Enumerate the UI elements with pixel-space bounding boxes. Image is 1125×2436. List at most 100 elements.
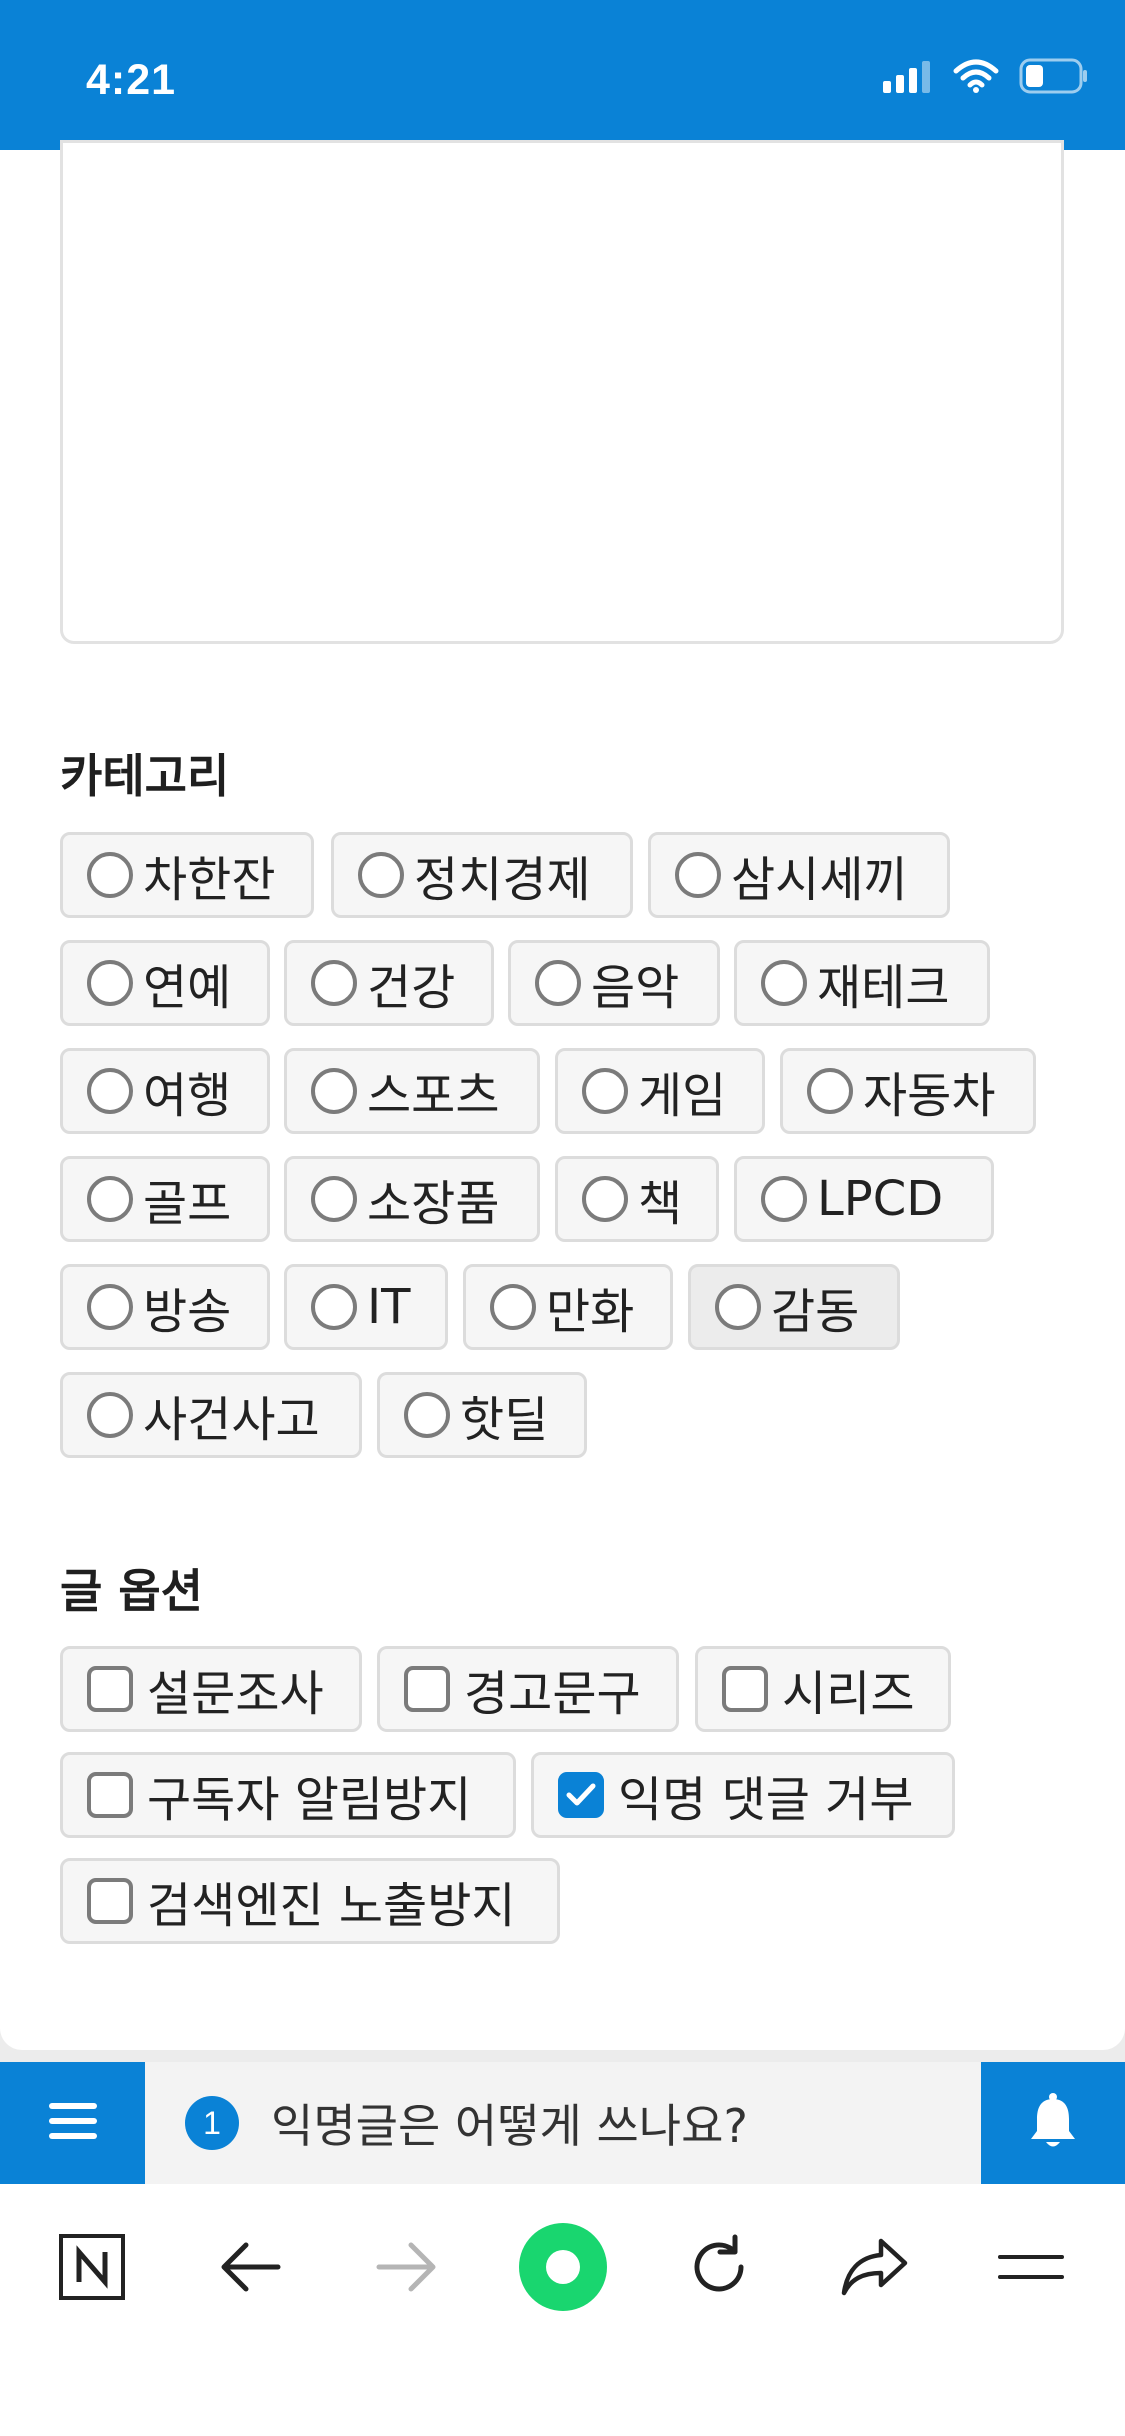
category-chip[interactable]: LPCD — [734, 1156, 994, 1242]
menu-button[interactable] — [0, 2062, 145, 2184]
chip-label: 검색엔진 노출방지 — [147, 1878, 516, 1934]
option-chip[interactable]: 검색엔진 노출방지 — [60, 1858, 560, 1944]
radio-icon — [87, 852, 133, 898]
checkbox-icon — [87, 1772, 133, 1818]
radio-icon — [87, 1068, 133, 1114]
chip-label: 사건사고 — [143, 1392, 320, 1448]
notice-link[interactable]: 1 익명글은 어떻게 쓰나요? — [185, 2062, 748, 2184]
chip-label: 만화 — [546, 1284, 635, 1340]
share-button[interactable] — [820, 2214, 930, 2324]
radio-icon — [311, 1068, 357, 1114]
back-button[interactable] — [195, 2214, 305, 2324]
battery-icon — [1019, 58, 1089, 98]
category-chip[interactable]: 정치경제 — [331, 832, 633, 918]
chip-label: 음악 — [591, 960, 680, 1016]
post-form-card: 카테고리 차한잔 정치경제 삼시세끼 연예 건강 음악 재테크 여행 스포츠 게… — [0, 140, 1125, 2050]
category-chip[interactable]: 삼시세끼 — [648, 832, 950, 918]
chip-label: 소장품 — [367, 1176, 500, 1232]
chip-label: 익명 댓글 거부 — [618, 1772, 914, 1828]
chip-label: 스포츠 — [367, 1068, 500, 1124]
chip-label: 시리즈 — [782, 1666, 915, 1722]
checkbox-icon — [87, 1878, 133, 1924]
option-chip[interactable]: 설문조사 — [60, 1646, 362, 1732]
wifi-icon — [953, 59, 999, 97]
chip-label: 게임 — [638, 1068, 727, 1124]
tabs-icon — [996, 2249, 1066, 2289]
chip-label: 책 — [638, 1176, 683, 1232]
notice-bar: 1 익명글은 어떻게 쓰나요? — [0, 2062, 1125, 2184]
post-content-textarea[interactable] — [60, 140, 1064, 644]
option-chip[interactable]: 구독자 알림방지 — [60, 1752, 516, 1838]
reload-icon — [685, 2233, 753, 2305]
status-time: 4:21 — [86, 56, 177, 104]
radio-icon — [675, 852, 721, 898]
menu-icon — [47, 2099, 99, 2147]
chip-label: 감동 — [771, 1284, 860, 1340]
chip-label: 골프 — [143, 1176, 232, 1232]
chip-label: IT — [367, 1279, 411, 1335]
radio-icon — [404, 1392, 450, 1438]
radio-icon — [535, 960, 581, 1006]
home-button[interactable] — [508, 2214, 618, 2324]
category-chip[interactable]: 사건사고 — [60, 1372, 362, 1458]
radio-icon — [87, 1392, 133, 1438]
option-chip[interactable]: 시리즈 — [695, 1646, 951, 1732]
category-chip[interactable]: 자동차 — [780, 1048, 1036, 1134]
category-chip[interactable]: 연예 — [60, 940, 270, 1026]
radio-icon — [582, 1068, 628, 1114]
chip-label: 여행 — [143, 1068, 232, 1124]
tabs-button[interactable] — [976, 2214, 1086, 2324]
status-bar: 4:21 — [0, 0, 1125, 150]
category-chip[interactable]: 차한잔 — [60, 832, 314, 918]
option-chip[interactable]: 경고문구 — [377, 1646, 679, 1732]
naver-icon — [57, 2232, 127, 2306]
category-chip[interactable]: IT — [284, 1264, 448, 1350]
category-chip[interactable]: 재테크 — [734, 940, 990, 1026]
home-icon — [517, 2221, 609, 2317]
notification-button[interactable] — [981, 2062, 1125, 2184]
category-chip[interactable]: 만화 — [463, 1264, 673, 1350]
checkbox-icon — [404, 1666, 450, 1712]
checkbox-icon — [87, 1666, 133, 1712]
notice-count-badge: 1 — [185, 2096, 239, 2150]
category-chip[interactable]: 골프 — [60, 1156, 270, 1242]
chip-label: 정치경제 — [414, 852, 591, 908]
chip-label: 핫딜 — [460, 1392, 549, 1448]
radio-icon — [87, 960, 133, 1006]
category-chip[interactable]: 게임 — [555, 1048, 765, 1134]
category-chip[interactable]: 스포츠 — [284, 1048, 540, 1134]
forward-button[interactable] — [352, 2214, 462, 2324]
back-icon — [218, 2240, 282, 2298]
chip-label: 재테크 — [817, 960, 950, 1016]
signal-icon — [883, 59, 933, 97]
radio-icon — [311, 1176, 357, 1222]
category-chip[interactable]: 음악 — [508, 940, 720, 1026]
check-icon — [558, 1772, 604, 1818]
status-icons — [883, 58, 1089, 98]
category-chip[interactable]: 여행 — [60, 1048, 270, 1134]
radio-icon — [311, 960, 357, 1006]
chip-label: 차한잔 — [143, 852, 276, 908]
chip-label: 연예 — [143, 960, 232, 1016]
post-options-title: 글 옵션 — [60, 1564, 203, 1618]
checkbox-icon — [722, 1666, 768, 1712]
option-chip[interactable]: 익명 댓글 거부 — [531, 1752, 955, 1838]
category-chip[interactable]: 방송 — [60, 1264, 270, 1350]
reload-button[interactable] — [664, 2214, 774, 2324]
radio-icon — [87, 1284, 133, 1330]
chip-label: 구독자 알림방지 — [147, 1772, 472, 1828]
category-chip[interactable]: 책 — [555, 1156, 719, 1242]
notice-text: 익명글은 어떻게 쓰나요? — [271, 2099, 748, 2153]
radio-icon — [761, 1176, 807, 1222]
radio-icon — [582, 1176, 628, 1222]
category-chip[interactable]: 건강 — [284, 940, 494, 1026]
share-icon — [839, 2235, 911, 2303]
category-chip[interactable]: 감동 — [688, 1264, 900, 1350]
radio-icon — [311, 1284, 357, 1330]
bell-icon — [1026, 2091, 1080, 2155]
radio-icon — [807, 1068, 853, 1114]
chip-label: 방송 — [143, 1284, 232, 1340]
category-chip[interactable]: 핫딜 — [377, 1372, 587, 1458]
category-chip[interactable]: 소장품 — [284, 1156, 540, 1242]
naver-button[interactable] — [37, 2214, 147, 2324]
